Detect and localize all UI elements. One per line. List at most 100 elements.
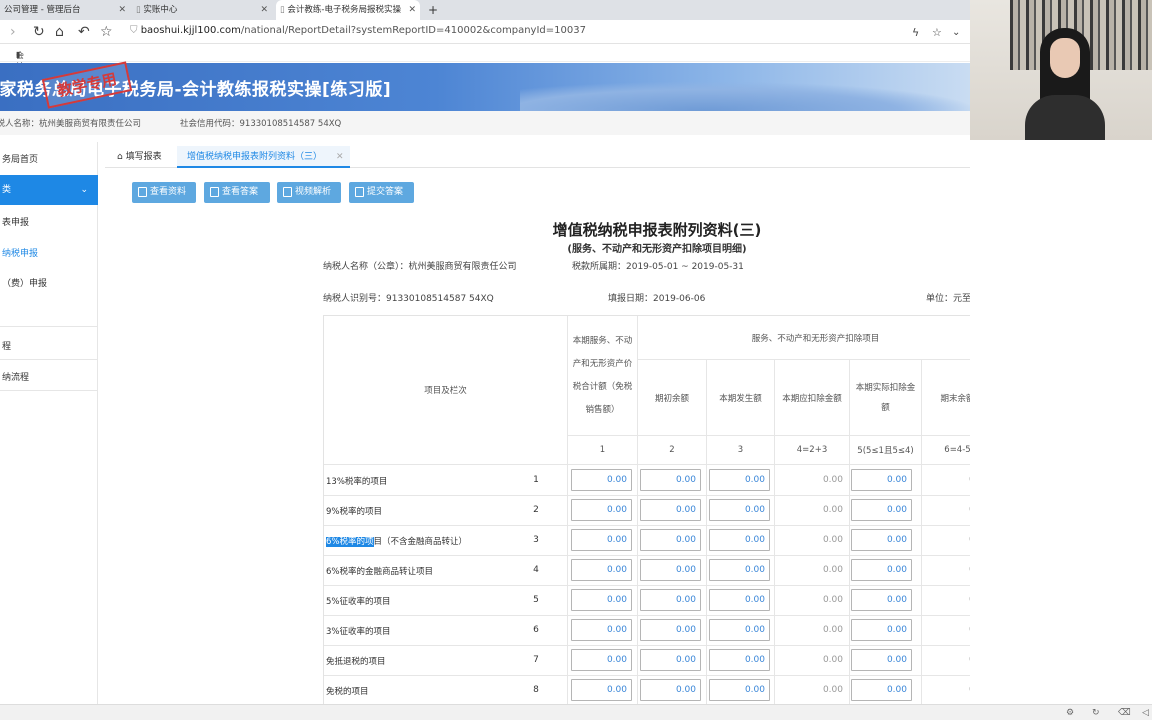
index-4: 4=2+3 xyxy=(796,445,828,455)
header-project: 项目及栏次 xyxy=(424,386,467,396)
index-5: 5(5≤1且5≤4) xyxy=(857,446,914,456)
amount-input[interactable]: 0.00 xyxy=(851,499,912,521)
amount-input[interactable]: 0.00 xyxy=(709,589,770,611)
amount-input[interactable]: 0.00 xyxy=(640,499,701,521)
rocket-icon[interactable]: ⚙ xyxy=(1066,708,1074,718)
tab-label: 增值税纳税申报表附列资料（三） xyxy=(187,152,323,162)
amount-input[interactable]: 0.00 xyxy=(640,469,701,491)
browser-tab-current[interactable]: ▯ 会计教练-电子税务局报税实操 ✕ xyxy=(276,0,420,20)
grid-line xyxy=(324,495,991,496)
credit-code: 社会信用代码：91330108514587 54XQ xyxy=(180,119,342,129)
sidebar-item-tax-report[interactable]: 纳税申报 xyxy=(0,246,98,259)
row-label: 免抵退税的项目 xyxy=(326,657,386,667)
star-icon[interactable]: ☆ xyxy=(100,23,113,41)
index-3: 3 xyxy=(737,445,744,455)
forward-icon[interactable]: › xyxy=(10,23,16,41)
sound-icon[interactable]: ◁ xyxy=(1142,708,1149,718)
right-background xyxy=(970,140,1152,704)
browser-tab-bar: 公司管理 - 管理后台 ✕ ▯ 实账中心 ✕ ▯ 会计教练-电子税务局报税实操 ✕ + xyxy=(0,0,970,20)
amount-input[interactable]: 0.00 xyxy=(640,619,701,641)
lightning-icon[interactable]: ϟ xyxy=(912,24,919,42)
submit-answer-button[interactable]: 提交答案 xyxy=(349,182,414,203)
taxpayer-name: 纳税人名称：杭州美服商贸有限责任公司 xyxy=(0,119,142,129)
bookmark-star-icon[interactable]: ☆ xyxy=(932,24,942,42)
amount-input[interactable]: 0.00 xyxy=(571,619,632,641)
grid-line xyxy=(324,675,991,676)
amount-input[interactable]: 0.00 xyxy=(709,499,770,521)
amount-input[interactable]: 0.00 xyxy=(709,469,770,491)
amount-input[interactable]: 0.00 xyxy=(571,649,632,671)
amount-input[interactable]: 0.00 xyxy=(709,679,770,701)
amount-input[interactable]: 0.00 xyxy=(571,589,632,611)
amount-input[interactable]: 0.00 xyxy=(851,679,912,701)
amount-input[interactable]: 0.00 xyxy=(640,559,701,581)
amount-input[interactable]: 0.00 xyxy=(851,589,912,611)
video-analysis-button[interactable]: 视频解析 xyxy=(277,182,341,203)
sidebar-item-category[interactable]: 类 ⌄ xyxy=(0,175,98,205)
amount-input[interactable]: 0.00 xyxy=(709,559,770,581)
sidebar-item-fee-report[interactable]: （费）申报 xyxy=(0,276,98,289)
new-tab-button[interactable]: + xyxy=(424,0,444,20)
amount-input[interactable]: 0.00 xyxy=(709,649,770,671)
form-subtitle: (服务、不动产和无形资产扣除项目明细) xyxy=(567,244,747,255)
chevron-down-icon[interactable]: ⌄ xyxy=(952,24,960,42)
close-icon[interactable]: ✕ xyxy=(336,152,344,162)
amount-input[interactable]: 0.00 xyxy=(571,529,632,551)
amount-input[interactable]: 0.00 xyxy=(571,679,632,701)
close-icon[interactable]: ✕ xyxy=(408,0,416,20)
amount-input[interactable]: 0.00 xyxy=(571,469,632,491)
webcam-overlay xyxy=(970,0,1152,140)
amount-readonly: 0.00 xyxy=(822,565,843,575)
sidebar-item-label: 类 xyxy=(2,185,12,195)
reload-icon[interactable]: ↻ xyxy=(33,23,45,41)
grid-line xyxy=(324,525,991,526)
url-path: /national/ReportDetail?systemReportID=41… xyxy=(240,25,586,36)
document-icon xyxy=(138,187,147,197)
amount-input[interactable]: 0.00 xyxy=(640,589,701,611)
undo-icon[interactable]: ↶ xyxy=(78,23,90,41)
amount-input[interactable]: 0.00 xyxy=(640,649,701,671)
refresh-icon[interactable]: ↻ xyxy=(1092,708,1100,718)
close-icon[interactable]: ✕ xyxy=(260,0,268,20)
amount-input[interactable]: 0.00 xyxy=(851,559,912,581)
amount-input[interactable]: 0.00 xyxy=(851,529,912,551)
amount-input[interactable]: 0.00 xyxy=(851,619,912,641)
view-data-button[interactable]: 查看资料 xyxy=(132,182,196,203)
view-answer-button[interactable]: 查看答案 xyxy=(204,182,270,203)
amount-readonly: 0.00 xyxy=(822,535,843,545)
amount-input[interactable]: 0.00 xyxy=(640,529,701,551)
sidebar: 务局首页 类 ⌄ 表申报 纳税申报 （费）申报 程 纳流程 xyxy=(0,142,98,704)
taxpayer-name-field: 纳税人名称（公章）：杭州美服商贸有限责任公司 xyxy=(323,262,517,272)
tab-vat-attachment-3[interactable]: 增值税纳税申报表附列资料（三） ✕ xyxy=(177,146,350,168)
sidebar-item-process[interactable]: 程 xyxy=(0,339,98,352)
sidebar-item-tax-process[interactable]: 纳流程 xyxy=(0,370,98,383)
trash-icon[interactable]: ⌫ xyxy=(1118,708,1131,718)
url-field[interactable]: ⛉ baoshui.kjjl100.com/national/ReportDet… xyxy=(130,25,586,36)
amount-input[interactable]: 0.00 xyxy=(851,469,912,491)
amount-input[interactable]: 0.00 xyxy=(709,619,770,641)
sidebar-item-home[interactable]: 务局首页 xyxy=(0,152,98,165)
grid-line xyxy=(324,615,991,616)
row-label: 3%征收率的项目 xyxy=(326,627,391,637)
play-icon xyxy=(283,187,292,197)
presenter-face xyxy=(1050,38,1080,78)
amount-input[interactable]: 0.00 xyxy=(571,559,632,581)
row-label: 6%税率的项目（不含金融商品转让） xyxy=(326,535,467,547)
browser-tab-admin[interactable]: 公司管理 - 管理后台 ✕ xyxy=(0,0,130,20)
home-icon[interactable]: ⌂ xyxy=(55,23,64,41)
browser-tab-practice[interactable]: ▯ 实账中心 ✕ xyxy=(132,0,272,20)
amount-input[interactable]: 0.00 xyxy=(571,499,632,521)
amount-input[interactable]: 0.00 xyxy=(851,649,912,671)
close-icon[interactable]: ✕ xyxy=(118,0,126,20)
tab-label: 填写报表 xyxy=(125,152,162,162)
amount-input[interactable]: 0.00 xyxy=(640,679,701,701)
row-label: 13%税率的项目 xyxy=(326,477,388,487)
grid-line xyxy=(324,464,991,465)
amount-input[interactable]: 0.00 xyxy=(709,529,770,551)
tab-fill-report[interactable]: ⌂ 填写报表 xyxy=(117,146,162,168)
index-1: 1 xyxy=(599,445,606,455)
taxpayer-id: 纳税人识别号：91330108514587 54XQ xyxy=(323,294,494,304)
amount-readonly: 0.00 xyxy=(822,505,843,515)
sidebar-item-form-report[interactable]: 表申报 xyxy=(0,215,98,228)
taxpayer-info-bar: 纳税人名称：杭州美服商贸有限责任公司 社会信用代码：91330108514587… xyxy=(0,111,970,135)
